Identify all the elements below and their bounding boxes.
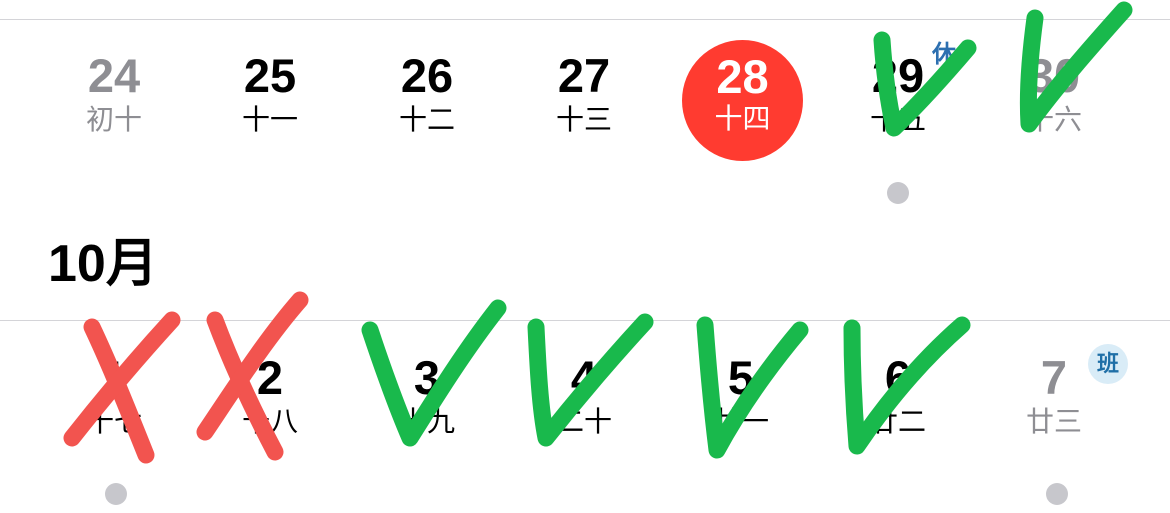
lunar-date: 十七 [85,406,142,437]
lunar-date: 二十 [555,406,612,437]
day-cell-6[interactable]: 6 廿二 [820,302,976,502]
day-cell-28-today[interactable]: 28 十四 [680,0,805,200]
lunar-date: 十一 [241,104,298,135]
lunar-date: 十五 [869,104,926,135]
week-row-1: 24 初十 25 十一 26 十二 27 十三 28 十四 29 十五 30 十… [0,0,1170,204]
week-row-2: 1 十七 2 十八 3 十九 4 二十 5 廿一 6 廿二 7 廿三 [0,302,1170,505]
day-number: 4 [570,351,598,404]
day-cell-24[interactable]: 24 初十 [36,0,192,200]
event-dot [887,182,909,204]
day-number: 5 [727,351,755,404]
lunar-date: 十二 [398,104,455,135]
day-cell-27[interactable]: 27 十三 [506,0,662,200]
day-number: 26 [400,49,454,102]
day-cell-5[interactable]: 5 廿一 [663,302,819,502]
lunar-date: 廿三 [1025,406,1082,437]
lunar-date: 十三 [555,104,612,135]
day-cell-4[interactable]: 4 二十 [506,302,662,502]
lunar-date: 廿一 [712,406,769,437]
day-cell-26[interactable]: 26 十二 [349,0,505,200]
lunar-date: 初十 [85,104,142,135]
month-title: 10月 [48,235,158,293]
day-number: 1 [100,351,128,404]
day-number: 2 [256,351,284,404]
day-cell-25[interactable]: 25 十一 [192,0,348,200]
day-cell-2[interactable]: 2 十八 [192,302,348,502]
day-cell-29[interactable]: 29 十五 [820,0,976,204]
lunar-date: 十九 [398,406,455,437]
day-number: 24 [87,49,141,102]
day-number: 25 [243,49,297,102]
event-dot [105,483,127,505]
lunar-date: 廿二 [869,406,926,437]
lunar-date: 十四 [714,103,771,134]
day-cell-1[interactable]: 1 十七 [36,302,192,505]
day-number: 30 [1027,49,1081,102]
day-number: 6 [884,351,912,404]
day-number: 27 [557,49,611,102]
day-number: 28 [716,50,769,103]
day-cell-30[interactable]: 30 十六 [976,0,1132,200]
day-cell-7[interactable]: 7 廿三 [976,302,1132,505]
day-number: 3 [413,351,441,404]
workday-badge: 班 [1088,344,1128,384]
event-dot [1046,483,1068,505]
lunar-date: 十六 [1025,104,1082,135]
day-cell-3[interactable]: 3 十九 [349,302,505,502]
lunar-date: 十八 [241,406,298,437]
holiday-badge: 休 [932,41,956,68]
